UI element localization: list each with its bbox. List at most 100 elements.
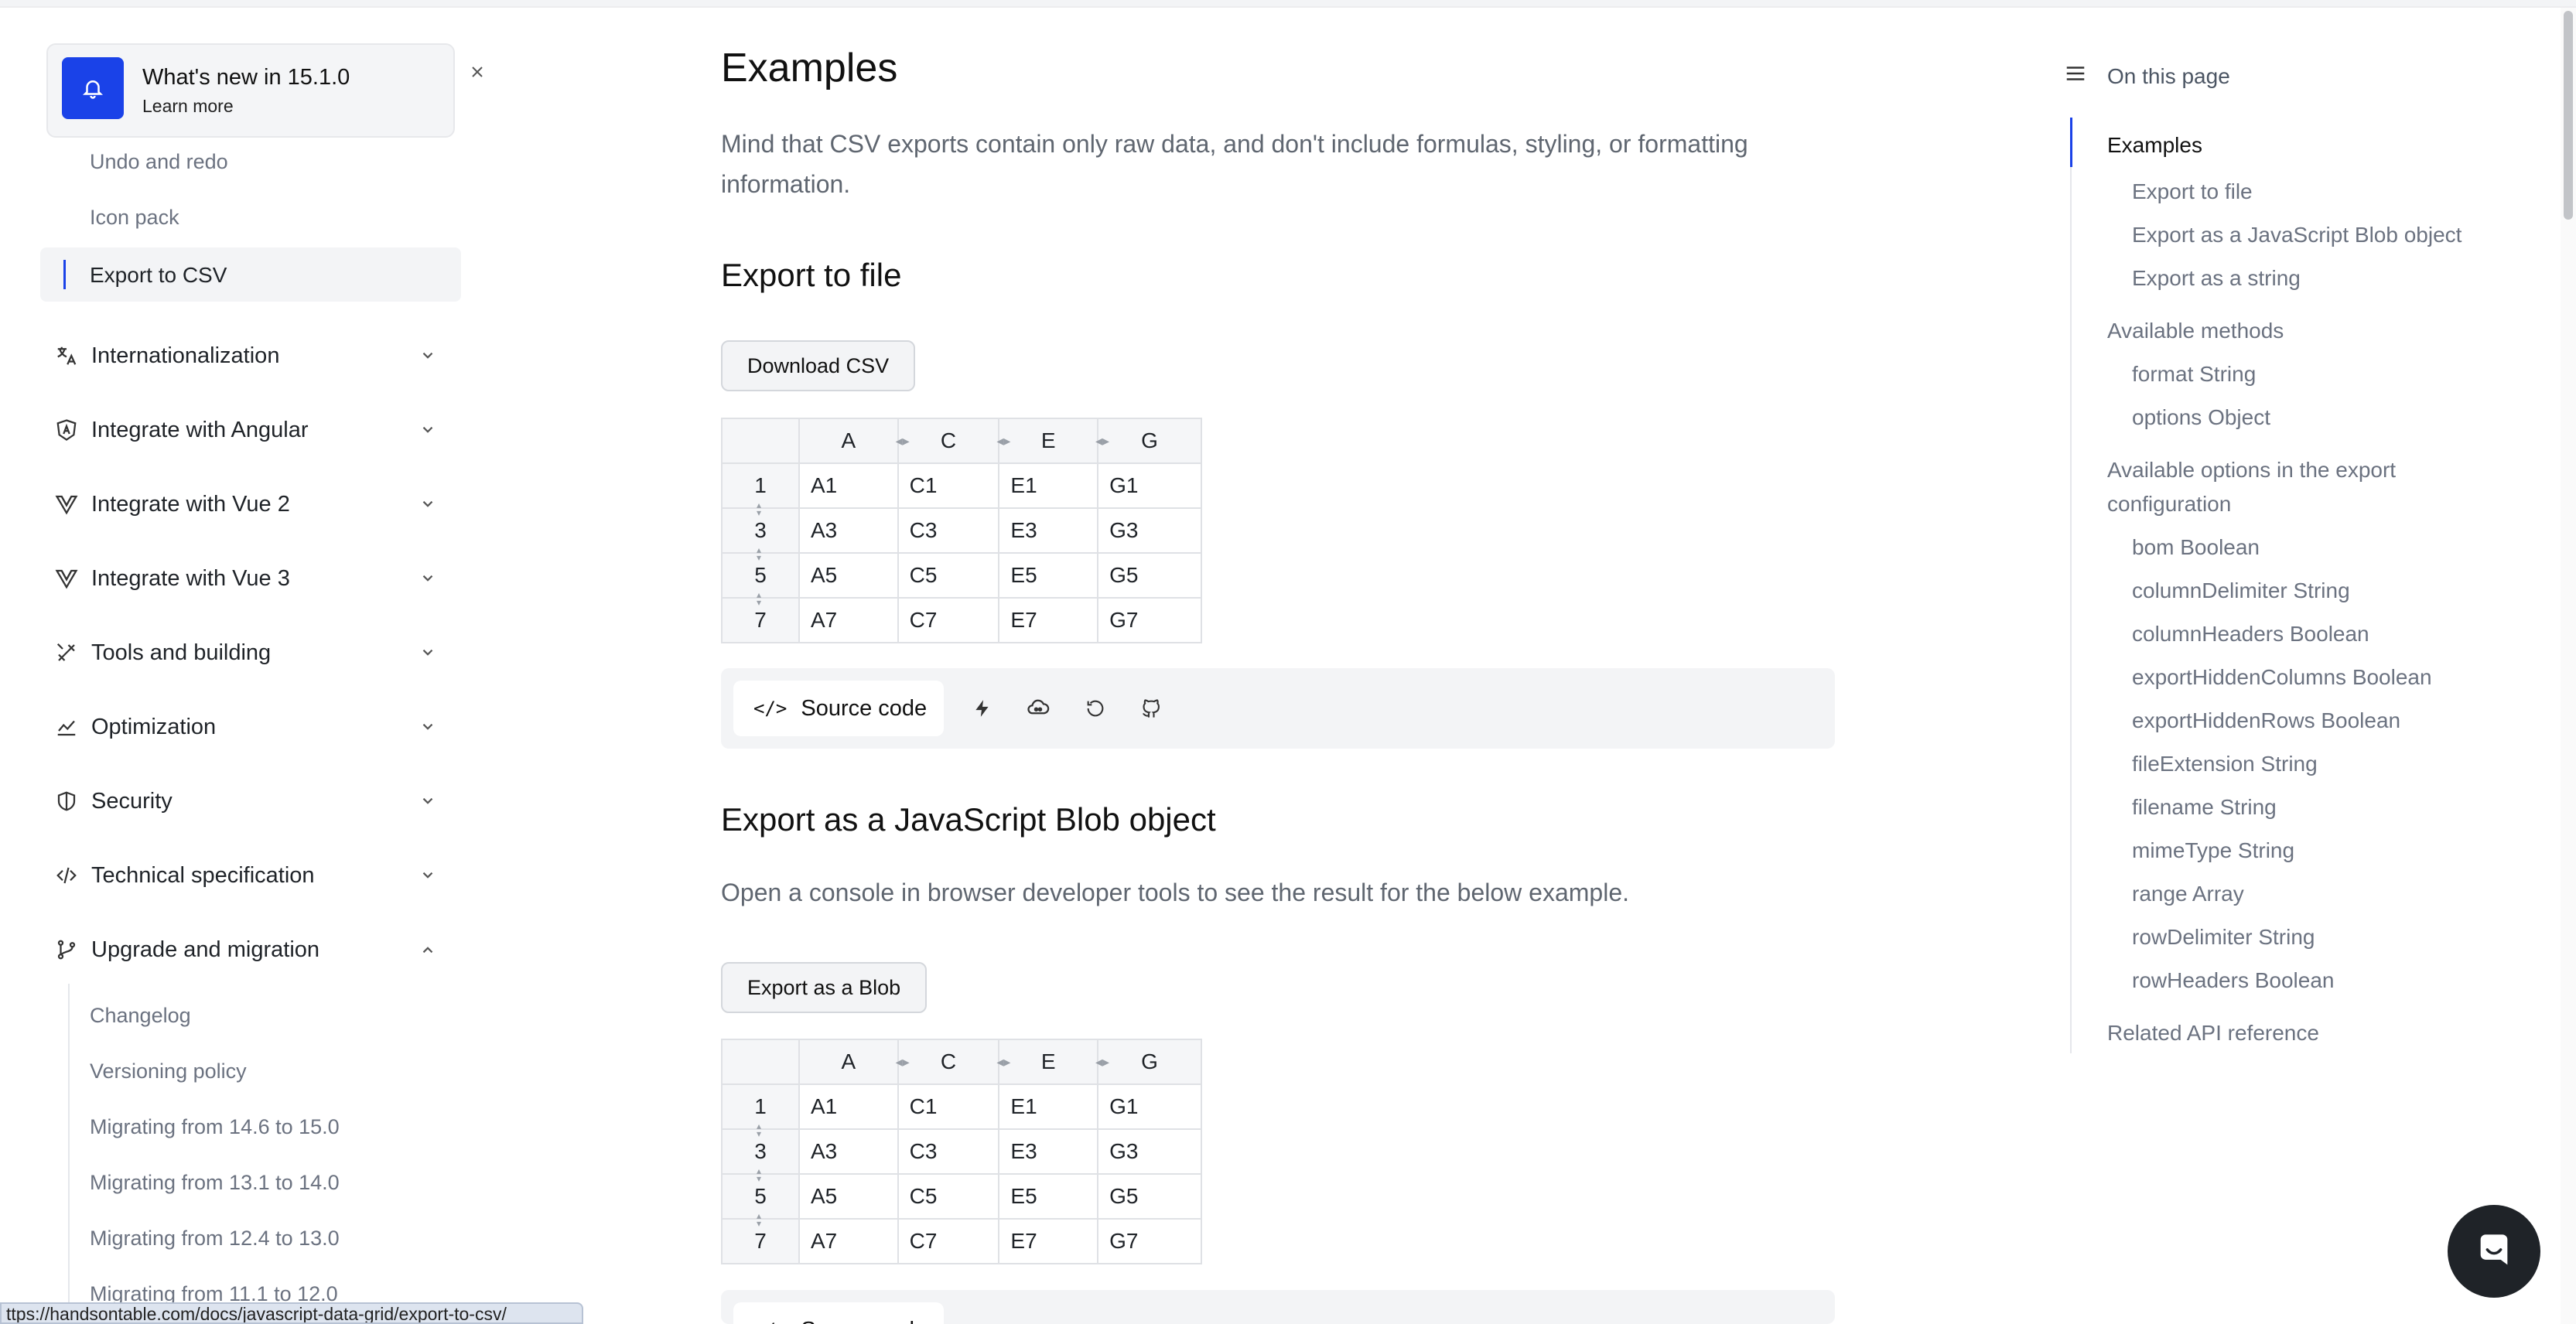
grid-cell[interactable]: C1	[897, 462, 1000, 509]
grid-cell[interactable]: A3	[798, 507, 899, 554]
grid-cell[interactable]: E1	[998, 462, 1099, 509]
grid-cell[interactable]: G7	[1097, 597, 1202, 643]
hidden-column-indicator-icon[interactable]: ◂▸	[896, 433, 910, 449]
toc-link-available-methods[interactable]: Available methods	[2107, 314, 2509, 348]
column-header-c[interactable]: C ◂▸	[897, 1039, 1010, 1085]
hidden-row-indicator-icon[interactable]: ▴ ▾	[757, 500, 761, 517]
sidebar-item-undo-redo[interactable]: Undo and redo	[90, 150, 228, 174]
toc-link-related-api[interactable]: Related API reference	[2107, 1016, 2509, 1050]
sidebar-group-angular[interactable]: Integrate with Angular	[53, 407, 439, 453]
page-scrollbar[interactable]	[2561, 8, 2576, 1324]
grid-cell[interactable]: C5	[897, 1173, 1000, 1220]
grid-cell[interactable]: E5	[998, 1173, 1099, 1220]
grid-cell[interactable]: G5	[1097, 552, 1202, 599]
sidebar-item-icon-pack[interactable]: Icon pack	[90, 206, 179, 230]
toc-link-export-hidden-rows[interactable]: exportHiddenRows Boolean	[2132, 708, 2400, 733]
sidebar-group-technical-spec[interactable]: Technical specification	[53, 852, 439, 899]
sidebar-group-internationalization[interactable]: Internationalization	[53, 333, 439, 379]
grid-cell[interactable]: C1	[897, 1083, 1000, 1130]
hidden-column-indicator-icon[interactable]: ◂▸	[1095, 433, 1109, 449]
column-header-c[interactable]: C ◂▸	[897, 418, 1010, 464]
scrollbar-thumb[interactable]	[2564, 11, 2573, 220]
sidebar-item-versioning-policy[interactable]: Versioning policy	[90, 1060, 247, 1083]
grid-cell[interactable]: C5	[897, 552, 1000, 599]
column-header-e[interactable]: E ◂▸	[998, 418, 1109, 464]
download-csv-button[interactable]: Download CSV	[721, 340, 916, 391]
grid-cell[interactable]: E3	[998, 507, 1099, 554]
grid-cell[interactable]: A5	[798, 552, 899, 599]
reset-icon[interactable]	[1080, 693, 1111, 724]
toc-link-export-hidden-columns[interactable]: exportHiddenColumns Boolean	[2132, 665, 2432, 690]
toc-link-export-file[interactable]: Export to file	[2132, 179, 2253, 204]
hidden-row-indicator-icon[interactable]: ▴ ▾	[757, 1211, 761, 1228]
sidebar-group-vue2[interactable]: Integrate with Vue 2	[53, 481, 439, 527]
column-header-a[interactable]: A ◂▸	[798, 1039, 910, 1085]
toc-link-export-blob[interactable]: Export as a JavaScript Blob object	[2132, 223, 2462, 247]
hidden-column-indicator-icon[interactable]: ◂▸	[996, 1054, 1010, 1070]
toc-link-row-headers[interactable]: rowHeaders Boolean	[2132, 968, 2335, 993]
column-header-g[interactable]: G	[1097, 418, 1202, 464]
row-header[interactable]: 1 ▴ ▾	[721, 1083, 800, 1138]
toc-link-mime-type[interactable]: mimeType String	[2132, 838, 2294, 863]
grid-cell[interactable]: A7	[798, 597, 899, 643]
hidden-row-indicator-icon[interactable]: ▴ ▾	[757, 545, 761, 562]
toc-link-available-options[interactable]: Available options in the export configur…	[2107, 453, 2509, 521]
sidebar-group-security[interactable]: Security	[53, 778, 439, 824]
hidden-column-indicator-icon[interactable]: ◂▸	[996, 433, 1010, 449]
source-code-button[interactable]: </> Source code	[733, 1302, 944, 1324]
notice-learn-more-link[interactable]: Learn more	[142, 96, 234, 117]
toc-link-row-delimiter[interactable]: rowDelimiter String	[2132, 925, 2315, 950]
grid-cell[interactable]: C3	[897, 507, 1000, 554]
grid-cell[interactable]: A5	[798, 1173, 899, 1220]
sidebar-group-vue3[interactable]: Integrate with Vue 3	[53, 555, 439, 602]
toc-link-filename[interactable]: filename String	[2132, 795, 2277, 820]
toc-link-range[interactable]: range Array	[2132, 882, 2244, 906]
toc-link-column-delimiter[interactable]: columnDelimiter String	[2132, 578, 2350, 603]
grid-cell[interactable]: G5	[1097, 1173, 1202, 1220]
grid-cell[interactable]: G1	[1097, 1083, 1202, 1130]
source-code-button[interactable]: </> Source code	[733, 681, 944, 736]
column-header-g[interactable]: G	[1097, 1039, 1202, 1085]
toc-link-file-extension[interactable]: fileExtension String	[2132, 752, 2318, 776]
hidden-row-indicator-icon[interactable]: ▴ ▾	[757, 590, 761, 607]
toc-link-export-string[interactable]: Export as a string	[2132, 266, 2301, 291]
row-header[interactable]: 1 ▴ ▾	[721, 462, 800, 517]
hidden-column-indicator-icon[interactable]: ◂▸	[1095, 1054, 1109, 1070]
sidebar-group-tools[interactable]: Tools and building	[53, 630, 439, 676]
close-icon[interactable]	[464, 59, 490, 85]
grid-cell[interactable]: G7	[1097, 1218, 1202, 1264]
grid-cell[interactable]: G3	[1097, 507, 1202, 554]
data-grid[interactable]: A ◂▸ C ◂▸ E ◂▸ G 1 ▴ ▾ A1 C1 E1 G1 3 ▴ ▾ A3 C3 …	[721, 1039, 1202, 1264]
sidebar-item-export-csv[interactable]: Export to CSV	[40, 247, 461, 302]
grid-cell[interactable]: A3	[798, 1128, 899, 1175]
column-header-a[interactable]: A ◂▸	[798, 418, 910, 464]
column-header-e[interactable]: E ◂▸	[998, 1039, 1109, 1085]
grid-cell[interactable]: G3	[1097, 1128, 1202, 1175]
codesandbox-icon[interactable]	[1023, 693, 1054, 724]
grid-cell[interactable]: C3	[897, 1128, 1000, 1175]
toc-link-column-headers[interactable]: columnHeaders Boolean	[2132, 622, 2369, 647]
grid-cell[interactable]: E5	[998, 552, 1099, 599]
github-icon[interactable]	[1136, 693, 1167, 724]
sidebar-item-migrating-13-14[interactable]: Migrating from 13.1 to 14.0	[90, 1171, 340, 1195]
grid-cell[interactable]: E7	[998, 597, 1099, 643]
grid-cell[interactable]: E3	[998, 1128, 1099, 1175]
grid-cell[interactable]: C7	[897, 1218, 1000, 1264]
toc-header[interactable]: On this page	[2064, 62, 2230, 90]
sidebar-item-migrating-12-13[interactable]: Migrating from 12.4 to 13.0	[90, 1227, 340, 1251]
sidebar-item-changelog[interactable]: Changelog	[90, 1004, 191, 1028]
hidden-row-indicator-icon[interactable]: ▴ ▾	[757, 1166, 761, 1183]
export-blob-button[interactable]: Export as a Blob	[721, 962, 928, 1013]
sidebar-item-migrating-14-15[interactable]: Migrating from 14.6 to 15.0	[90, 1115, 340, 1139]
toc-link-examples[interactable]: Examples	[2107, 128, 2509, 162]
grid-cell[interactable]: A1	[798, 1083, 899, 1130]
grid-cell[interactable]: A1	[798, 462, 899, 509]
sidebar-group-upgrade-migration[interactable]: Upgrade and migration	[53, 926, 439, 973]
grid-cell[interactable]: C7	[897, 597, 1000, 643]
toc-link-format[interactable]: format String	[2132, 362, 2256, 387]
chat-widget-button[interactable]	[2448, 1205, 2540, 1298]
sidebar-group-optimization[interactable]: Optimization	[53, 704, 439, 750]
stackblitz-icon[interactable]	[967, 693, 998, 724]
hidden-column-indicator-icon[interactable]: ◂▸	[896, 1054, 910, 1070]
hidden-row-indicator-icon[interactable]: ▴ ▾	[757, 1121, 761, 1138]
